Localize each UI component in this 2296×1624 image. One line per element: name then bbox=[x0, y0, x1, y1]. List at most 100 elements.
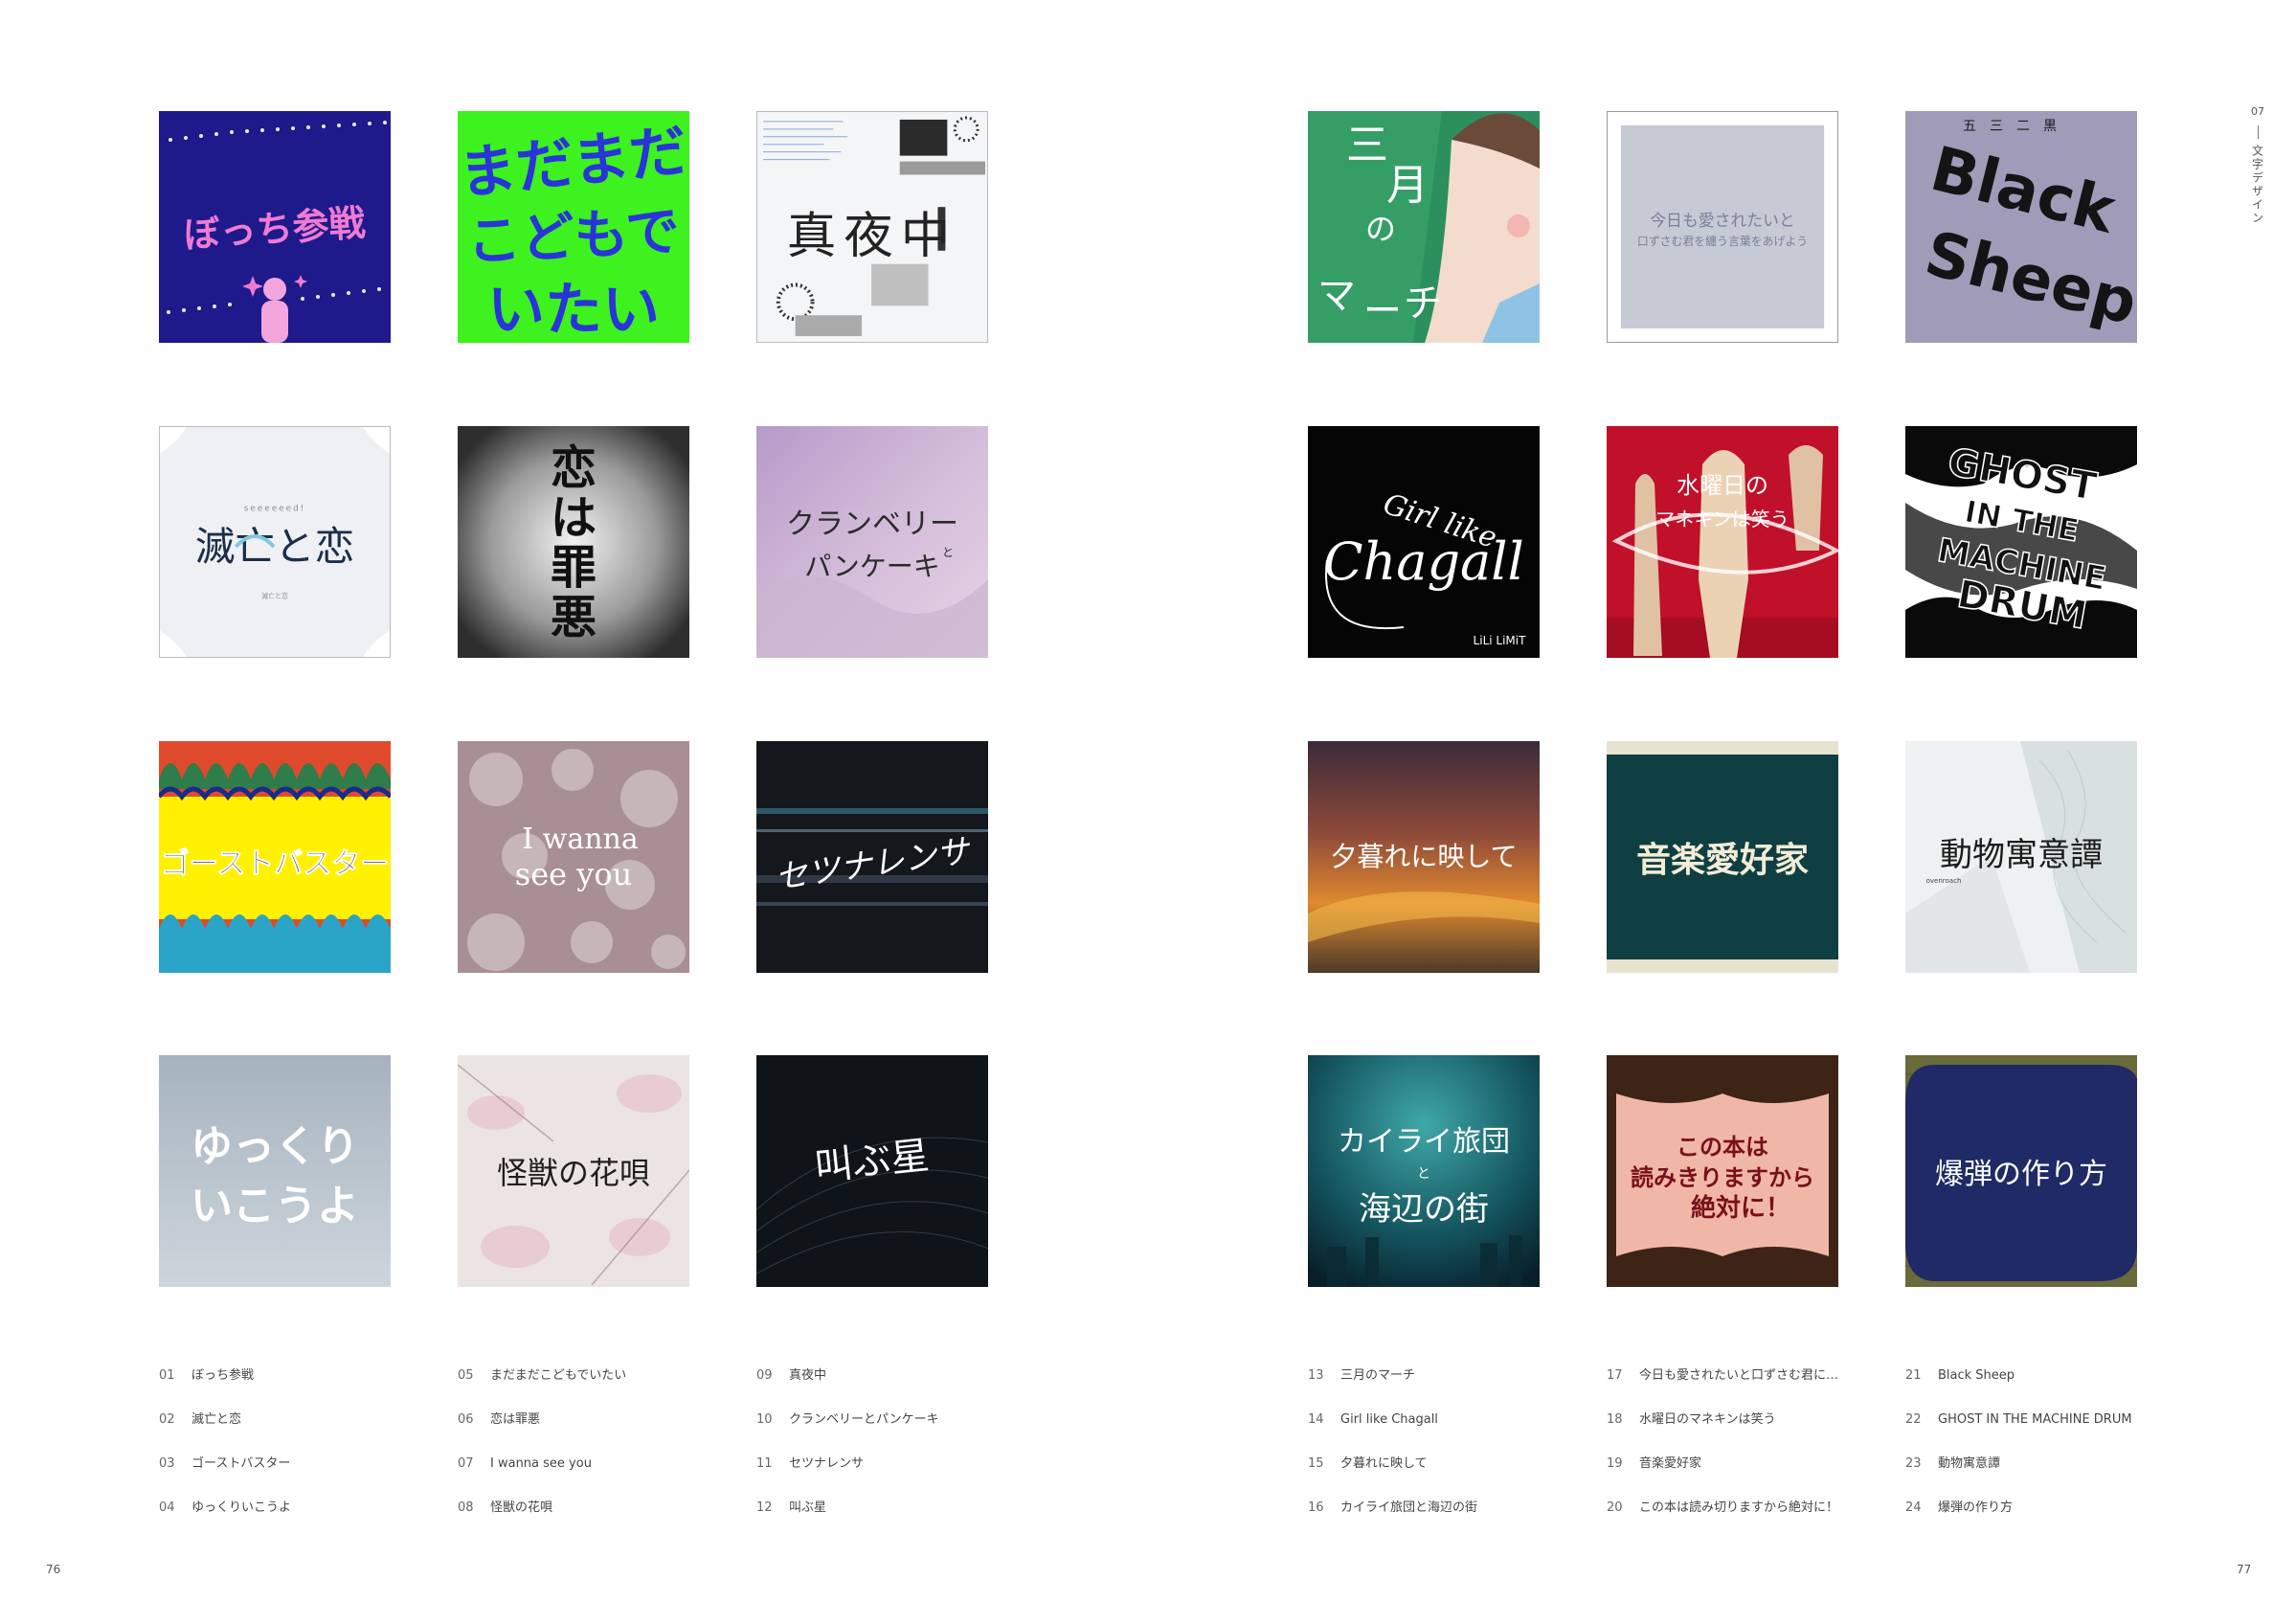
artwork-16-art: カイライ旅団 と 海辺の街 bbox=[1308, 1055, 1540, 1287]
caption-10: 10 クランベリーとパンケーキ bbox=[756, 1410, 939, 1430]
artwork-13-sangatsu-no-march: 三 月 の マ ー チ bbox=[1308, 111, 1540, 343]
artwork-13-art: 三 月 の マ ー チ bbox=[1308, 111, 1540, 343]
caption-21: 21 Black Sheep bbox=[1905, 1366, 2015, 1386]
artwork-20-kono-hon-wa: この本は 読みきりますから 絶対に！ bbox=[1607, 1055, 1838, 1287]
right-page-number: 77 bbox=[2237, 1563, 2252, 1576]
artwork-13-char-3: の bbox=[1365, 211, 1396, 247]
artwork-10-mid: と bbox=[942, 546, 954, 559]
artwork-12-sakebu-hoshi: 叫ぶ星 bbox=[756, 1055, 988, 1287]
artwork-24-title: 爆弾の作り方 bbox=[1935, 1158, 2107, 1191]
caption-08: 08 怪獣の花唄 bbox=[458, 1499, 552, 1518]
artwork-02-title: 滅亡と恋 bbox=[195, 523, 355, 570]
artwork-19-title: 音楽愛好家 bbox=[1636, 840, 1809, 880]
artwork-16-line-1: カイライ旅団 bbox=[1338, 1125, 1510, 1159]
artwork-02-top: seeeeeed! bbox=[244, 504, 306, 513]
artwork-20-art: この本は 読みきりますから 絶対に！ bbox=[1607, 1055, 1838, 1287]
caption-title: ゆっくりいこうよ bbox=[191, 1500, 292, 1515]
caption-number: 19 bbox=[1607, 1456, 1623, 1471]
artwork-09-title: 真夜中 bbox=[787, 208, 958, 265]
artwork-23-title: 動物寓意譚 bbox=[1940, 836, 2103, 874]
artwork-23-doubutsu-guuitan: 動物寓意譚 ovenroach bbox=[1905, 741, 2137, 973]
running-head: 07 文字デザイン bbox=[2248, 105, 2267, 225]
artwork-05-art: まだまだ こどもで いたい bbox=[458, 111, 689, 343]
artwork-07-line-1: I wanna bbox=[522, 823, 639, 856]
caption-number: 21 bbox=[1905, 1368, 1922, 1383]
artwork-22-art: GHOST IN THE MACHINE DRUM bbox=[1905, 426, 2137, 658]
caption-number: 01 bbox=[159, 1368, 175, 1383]
caption-title: 叫ぶ星 bbox=[789, 1500, 827, 1515]
artwork-21-top: 五三二黒 bbox=[1963, 119, 2070, 134]
caption-title: 三月のマーチ bbox=[1340, 1368, 1416, 1383]
artwork-06-char-4: 悪 bbox=[551, 591, 597, 644]
caption-04: 04 ゆっくりいこうよ bbox=[159, 1499, 291, 1518]
artwork-06-koi-wa-zaiaku: 恋 は 罪 悪 bbox=[458, 426, 689, 658]
artwork-17-kyou-mo-aisaretai: 今日も愛されたいと 口ずさむ君を纏う言葉をあげよう bbox=[1607, 111, 1838, 343]
artwork-13-char-6: チ bbox=[1404, 282, 1442, 326]
caption-number: 10 bbox=[756, 1412, 773, 1427]
artwork-03-ghostbuster: ゴーストバスター bbox=[159, 741, 391, 973]
artwork-14-art: Girl like Chagall LiLi LiMiT bbox=[1308, 426, 1540, 658]
artwork-16-line-2: 海辺の街 bbox=[1359, 1190, 1489, 1229]
artwork-03-title: ゴーストバスター bbox=[161, 847, 390, 881]
artwork-07-art: I wanna see you bbox=[458, 741, 689, 973]
artwork-20-line-3: 絶対に！ bbox=[1691, 1193, 1790, 1223]
caption-15: 15 夕暮れに映して bbox=[1308, 1455, 1428, 1474]
artwork-14-girl-like-chagall: Girl like Chagall LiLi LiMiT bbox=[1308, 426, 1540, 658]
artwork-02-art: seeeeeed! 滅亡と恋 滅亡と恋 bbox=[160, 427, 390, 657]
artwork-01-art: ぼっち参戦 bbox=[159, 111, 391, 343]
artwork-21-black-sheep: 五三二黒 Black Sheep bbox=[1905, 111, 2137, 343]
artwork-24-art: 爆弾の作り方 bbox=[1905, 1055, 2137, 1287]
artwork-23-art: 動物寓意譚 ovenroach bbox=[1905, 741, 2137, 973]
artwork-06-char-2: は bbox=[551, 491, 597, 545]
caption-number: 07 bbox=[458, 1456, 474, 1471]
caption-title: ゴーストバスター bbox=[191, 1456, 291, 1471]
caption-number: 13 bbox=[1308, 1368, 1324, 1383]
caption-number: 04 bbox=[159, 1500, 175, 1515]
caption-number: 16 bbox=[1308, 1500, 1324, 1515]
caption-11: 11 セツナレンサ bbox=[756, 1455, 864, 1474]
caption-title: ぼっち参戦 bbox=[191, 1368, 255, 1383]
artwork-13-char-4: マ bbox=[1317, 274, 1356, 318]
caption-14: 14 Girl like Chagall bbox=[1308, 1410, 1438, 1430]
artwork-10-sub: パンケーキ bbox=[804, 551, 939, 582]
caption-number: 20 bbox=[1607, 1500, 1623, 1515]
caption-title: 爆弾の作り方 bbox=[1938, 1500, 2014, 1515]
caption-23: 23 動物寓意譚 bbox=[1905, 1455, 2000, 1474]
caption-title: 恋は罪悪 bbox=[490, 1412, 541, 1427]
caption-number: 17 bbox=[1607, 1368, 1623, 1383]
caption-07: 07 I wanna see you bbox=[458, 1455, 592, 1474]
caption-title: 音楽愛好家 bbox=[1639, 1456, 1702, 1471]
artwork-15-title: 夕暮れに映して bbox=[1330, 841, 1517, 872]
caption-13: 13 三月のマーチ bbox=[1308, 1366, 1415, 1386]
caption-title: セツナレンサ bbox=[789, 1456, 865, 1471]
caption-number: 05 bbox=[458, 1368, 474, 1383]
artwork-04-line-1: ゆっくり bbox=[191, 1122, 359, 1171]
artwork-09-art: 真夜中 bbox=[757, 112, 987, 342]
caption-title: クランベリーとパンケーキ bbox=[789, 1412, 939, 1427]
artwork-17-line-1: 今日も愛されたいと bbox=[1650, 211, 1795, 230]
artwork-13-char-1: 三 bbox=[1346, 121, 1388, 169]
artwork-13-char-5: ー bbox=[1363, 289, 1402, 333]
artwork-22-ghost-machine-drum: GHOST IN THE MACHINE DRUM bbox=[1905, 426, 2137, 658]
caption-title: 夕暮れに映して bbox=[1340, 1456, 1428, 1471]
caption-title: 水曜日のマネキンは笑う bbox=[1639, 1412, 1776, 1427]
caption-number: 06 bbox=[458, 1412, 474, 1427]
artwork-18-art: 水曜日の マネキンは笑う bbox=[1607, 426, 1838, 658]
caption-number: 24 bbox=[1905, 1500, 1922, 1515]
caption-number: 08 bbox=[458, 1500, 474, 1515]
artwork-12-art: 叫ぶ星 bbox=[756, 1055, 988, 1287]
caption-17: 17 今日も愛されたいと口ずさむ君に… bbox=[1607, 1366, 1838, 1386]
caption-number: 12 bbox=[756, 1500, 773, 1515]
artwork-03-art: ゴーストバスター bbox=[159, 741, 391, 973]
artwork-13-char-2: 月 bbox=[1386, 161, 1429, 210]
artwork-18-line-2: マネキンは笑う bbox=[1655, 508, 1789, 530]
caption-number: 03 bbox=[159, 1456, 175, 1471]
artwork-05-line-2: こどもで bbox=[465, 200, 681, 274]
caption-12: 12 叫ぶ星 bbox=[756, 1499, 826, 1518]
artwork-15-yuugure-ni-utsushite: 夕暮れに映して bbox=[1308, 741, 1540, 973]
caption-number: 11 bbox=[756, 1456, 773, 1471]
artwork-06-art: 恋 は 罪 悪 bbox=[458, 426, 689, 658]
artwork-11-setsuna-rensa: セツナレンサ bbox=[756, 741, 988, 973]
caption-20: 20 この本は読み切りますから絶対に！ bbox=[1607, 1499, 1838, 1518]
artwork-20-line-2: 読みきりますから bbox=[1631, 1164, 1814, 1191]
